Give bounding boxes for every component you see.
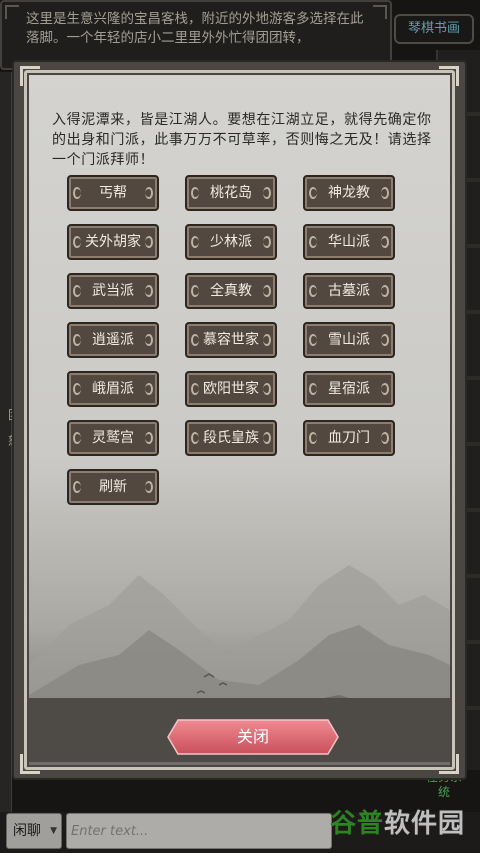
- sect-label: 古墓派: [328, 283, 370, 299]
- ornament-right: [263, 285, 271, 297]
- sect-label: 关外胡家: [85, 234, 141, 250]
- sect-button-murongshijia[interactable]: 慕容世家: [185, 322, 277, 358]
- sect-select-dialog: 入得泥潭来，皆是江湖人。要想在江湖立足，就得先确定你的出身和门派，此事万万不可草…: [12, 60, 467, 780]
- sect-button-xingxiupai[interactable]: 星宿派: [303, 371, 395, 407]
- ornament-right: [145, 187, 153, 199]
- ornament-right: [381, 236, 389, 248]
- ornament-right: [145, 481, 153, 493]
- ornament-right: [145, 236, 153, 248]
- ornament-right: [381, 187, 389, 199]
- ornament-left: [191, 236, 199, 248]
- ornament-left: [309, 383, 317, 395]
- sect-button-quanzhenjiao[interactable]: 全真教: [185, 273, 277, 309]
- close-label: 关闭: [236, 727, 269, 746]
- sect-label: 逍遥派: [92, 332, 134, 348]
- sect-button-emeipai[interactable]: 峨眉派: [67, 371, 159, 407]
- ornament-left: [73, 383, 81, 395]
- sect-button-xueshanpai[interactable]: 雪山派: [303, 322, 395, 358]
- sect-button-xuedaomen[interactable]: 血刀门: [303, 420, 395, 456]
- ornament-right: [381, 334, 389, 346]
- sect-label: 血刀门: [328, 430, 370, 446]
- ornament-right: [381, 432, 389, 444]
- sect-label: 灵鹫宫: [92, 430, 134, 446]
- ornament-left: [191, 334, 199, 346]
- sect-intro-text: 入得泥潭来，皆是江湖人。要想在江湖立足，就得先确定你的出身和门派，此事万万不可草…: [52, 112, 432, 168]
- dialog-content: 入得泥潭来，皆是江湖人。要想在江湖立足，就得先确定你的出身和门派，此事万万不可草…: [29, 75, 450, 765]
- sect-button-xiaoyaopai[interactable]: 逍遥派: [67, 322, 159, 358]
- ornament-left: [73, 285, 81, 297]
- sect-label: 桃花岛: [210, 185, 252, 201]
- ornament-left: [191, 383, 199, 395]
- sect-button-huashanpai[interactable]: 华山派: [303, 224, 395, 260]
- ornament-left: [309, 334, 317, 346]
- ornament-left: [73, 432, 81, 444]
- ornament-right: [263, 334, 271, 346]
- sect-button-shenlongjiao[interactable]: 神龙教: [303, 175, 395, 211]
- ornament-left: [191, 285, 199, 297]
- sect-label: 丐帮: [99, 185, 127, 201]
- sect-button-ouyangshijia[interactable]: 欧阳世家: [185, 371, 277, 407]
- sect-label: 慕容世家: [203, 332, 259, 348]
- sect-label: 神龙教: [328, 185, 370, 201]
- ornament-left: [309, 432, 317, 444]
- sect-button-guanwaihujia[interactable]: 关外胡家: [67, 224, 159, 260]
- ornament-right: [263, 236, 271, 248]
- sect-label: 峨眉派: [92, 381, 134, 397]
- sect-button-wudangpai[interactable]: 武当派: [67, 273, 159, 309]
- sect-label: 武当派: [92, 283, 134, 299]
- ornament-right: [263, 432, 271, 444]
- sect-button-taohuadao[interactable]: 桃花岛: [185, 175, 277, 211]
- close-button[interactable]: 关闭: [166, 716, 340, 758]
- ornament-right: [381, 285, 389, 297]
- ornament-right: [145, 383, 153, 395]
- sect-label: 段氏皇族: [203, 430, 259, 446]
- ornament-left: [191, 187, 199, 199]
- ornament-right: [263, 383, 271, 395]
- ornament-left: [309, 187, 317, 199]
- sect-label: 星宿派: [328, 381, 370, 397]
- ornament-right: [381, 383, 389, 395]
- refresh-button[interactable]: 刷新: [67, 469, 159, 505]
- ornament-right: [145, 432, 153, 444]
- sect-label: 少林派: [210, 234, 252, 250]
- ornament-left: [73, 481, 81, 493]
- ornament-left: [73, 187, 81, 199]
- sect-label: 全真教: [210, 283, 252, 299]
- ornament-left: [73, 236, 81, 248]
- sect-button-shaolinpai[interactable]: 少林派: [185, 224, 277, 260]
- sect-label: 华山派: [328, 234, 370, 250]
- ornament-right: [145, 334, 153, 346]
- sect-label: 欧阳世家: [203, 381, 259, 397]
- ornament-right: [263, 187, 271, 199]
- refresh-label: 刷新: [99, 479, 127, 495]
- ornament-left: [309, 236, 317, 248]
- sect-button-gumupai[interactable]: 古墓派: [303, 273, 395, 309]
- sect-label: 雪山派: [328, 332, 370, 348]
- ornament-left: [309, 285, 317, 297]
- sect-button-duanshihuangzu[interactable]: 段氏皇族: [185, 420, 277, 456]
- ornament-right: [145, 285, 153, 297]
- ornament-left: [73, 334, 81, 346]
- sect-button-lingjiugong[interactable]: 灵鹫宫: [67, 420, 159, 456]
- sect-button-gaibang[interactable]: 丐帮: [67, 175, 159, 211]
- ornament-left: [191, 432, 199, 444]
